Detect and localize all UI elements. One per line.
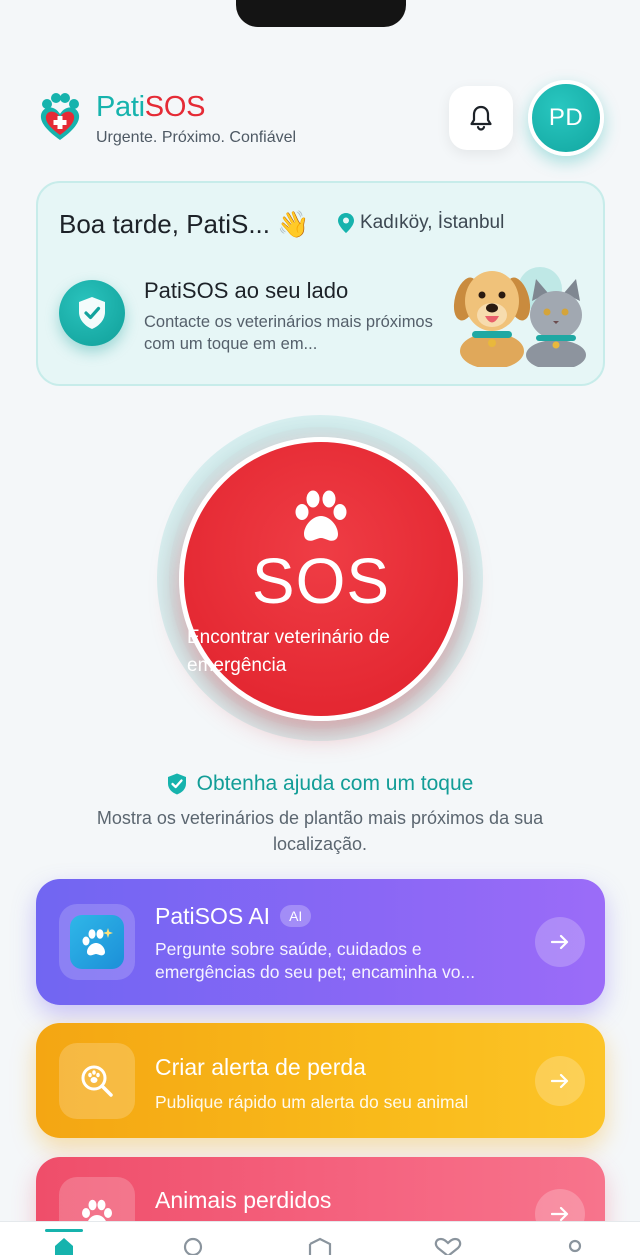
bottom-tab-bar (0, 1221, 640, 1255)
location-text: Kadıköy, İstanbul (360, 212, 505, 233)
device-notch (236, 0, 406, 27)
ai-card-title-text: PatiSOS AI (155, 903, 271, 929)
help-title: Obtenha ajuda com um toque (0, 772, 640, 796)
ai-paw-tile (70, 915, 124, 969)
avatar[interactable]: PD (528, 80, 604, 156)
greeting-card: Boa tarde, PatiS... 👋 Kadıköy, İstanbul … (36, 181, 605, 386)
tab-profile[interactable] (560, 1236, 590, 1255)
greeting-title: Boa tarde, PatiS... 👋 (59, 209, 310, 239)
arrow-right-icon (551, 934, 569, 950)
lost-animals-title: Animais perdidos (155, 1187, 332, 1213)
ai-assistant-card[interactable]: PatiSOS AI AI Pergunte sobre saúde, cuida… (36, 879, 605, 1005)
ai-icon-box (59, 904, 135, 980)
ai-card-description: Pergunte sobre saúde, cuidados e emergên… (155, 939, 476, 982)
shield-icon (308, 1237, 332, 1255)
shield-badge (59, 280, 125, 346)
sos-subtitle: Encontrar veterinário de emergência (187, 627, 390, 676)
location-pin-icon (338, 213, 354, 233)
lost-alert-card[interactable]: Criar alerta de perda Publique rápido um… (36, 1023, 605, 1138)
ai-card-arrow-button[interactable] (535, 917, 585, 967)
help-description: Mostra os veterinários de plantão mais p… (96, 808, 544, 854)
search-paw-icon (81, 1065, 113, 1097)
ai-paw-sparkle-icon (82, 928, 113, 956)
lost-alert-icon-box (59, 1043, 135, 1119)
sos-button[interactable]: SOS Encontrar veterinário de emergência (179, 437, 463, 721)
location-label[interactable]: Kadıköy, İstanbul (338, 212, 504, 234)
ai-card-title: PatiSOS AI AI (155, 903, 312, 930)
lost-alert-arrow-button[interactable] (535, 1056, 585, 1106)
bell-icon (470, 105, 492, 131)
tab-vets[interactable] (305, 1236, 335, 1255)
brand-name-part2: SOS (144, 91, 206, 123)
paw-icon (295, 490, 347, 541)
notifications-button[interactable] (449, 86, 513, 150)
arrow-right-icon (551, 1206, 569, 1222)
logo-icon (40, 93, 80, 140)
header: PatiSOS Urgente. Próximo. Confiável PD (36, 80, 606, 158)
tab-search[interactable] (178, 1236, 208, 1255)
active-tab-indicator (45, 1229, 83, 1232)
shield-check-icon (167, 773, 186, 795)
tab-home[interactable] (49, 1236, 79, 1255)
tab-favorites[interactable] (433, 1236, 463, 1255)
shield-check-icon (79, 297, 105, 329)
heart-icon (434, 1237, 462, 1255)
sos-label: SOS (251, 545, 391, 617)
profile-icon (568, 1239, 582, 1253)
arrow-right-icon (551, 1073, 569, 1089)
help-title-text: Obtenha ajuda com um toque (196, 772, 474, 795)
ai-badge: AI (280, 905, 312, 927)
lost-alert-description: Publique rápido um alerta do seu animal (155, 1092, 469, 1112)
side-description: Contacte os veterinários mais próximos c… (144, 313, 433, 353)
search-icon (183, 1237, 203, 1255)
brand-name-part1: Pati (96, 91, 145, 123)
dog-and-cat-illustration (453, 267, 586, 367)
brand-name: PatiSOS (96, 91, 205, 124)
side-title: PatiSOS ao seu lado (144, 278, 349, 303)
lost-alert-title: Criar alerta de perda (155, 1054, 366, 1080)
brand-tagline: Urgente. Próximo. Confiável (96, 129, 297, 146)
home-icon (55, 1238, 73, 1255)
